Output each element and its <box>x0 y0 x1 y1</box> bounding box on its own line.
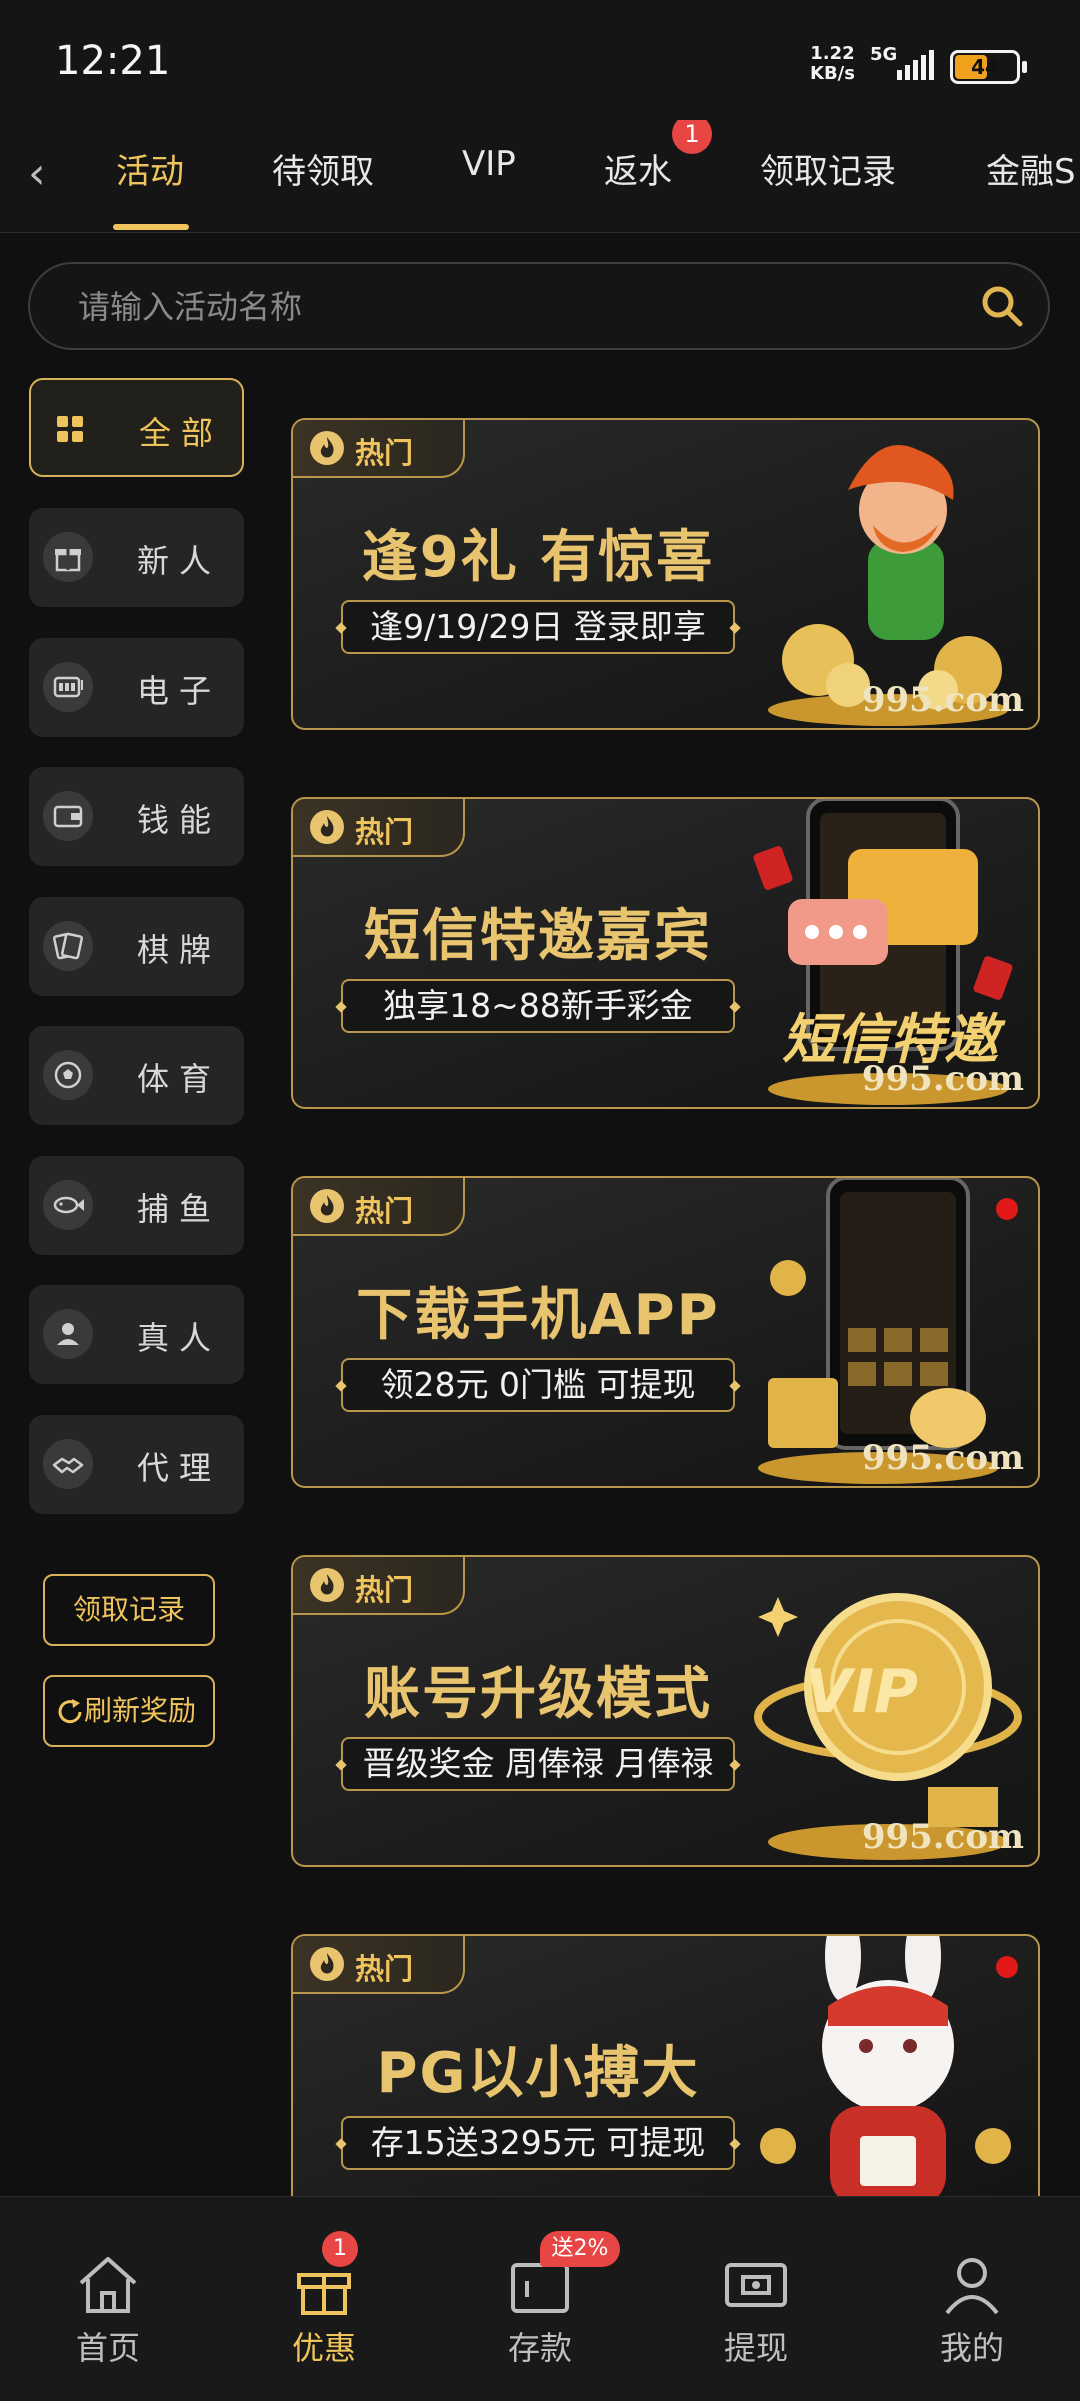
tab-finance[interactable]: 金融S <box>986 144 1076 193</box>
domain-label: 995.com <box>861 1817 1024 1857</box>
refresh-rewards-button[interactable]: 刷新奖励 <box>43 1675 215 1747</box>
network-speed: 1.22 KB/s <box>810 43 855 84</box>
promo-card[interactable]: 热门 账号升级模式 晋级奖金 周俸禄 月俸禄 VIP 995.com <box>291 1555 1040 1867</box>
promo-title: PG以小搏大 <box>376 2041 700 2106</box>
promo-card[interactable]: 热门 短信特邀嘉宾 独享18~88新手彩金 短信特邀 995.com <box>291 797 1040 1109</box>
sidebar-item-cards[interactable]: 棋牌 <box>29 897 244 996</box>
status-bar: 12:21 1.22 KB/s 5G 44 <box>0 0 1080 120</box>
vip-art-text: VIP <box>805 1657 918 1727</box>
promo-subtitle: 逢9/19/29日 登录即享 <box>341 600 735 654</box>
status-time: 12:21 <box>55 38 171 84</box>
nav-withdraw[interactable]: 提现 <box>686 2251 826 2369</box>
promo-card[interactable]: 热门 PG以小搏大 存15送3295元 可提现 <box>291 1934 1040 2196</box>
flame-icon <box>310 431 344 465</box>
promo-title: 逢9礼 有惊喜 <box>361 525 715 590</box>
hot-tag: 热门 <box>293 1936 465 1994</box>
notification-dot <box>996 1198 1018 1220</box>
sidebar-item-wallet[interactable]: 钱能 <box>29 767 244 866</box>
person-icon <box>43 1309 93 1359</box>
sidebar-item-newbie[interactable]: 新人 <box>29 508 244 607</box>
search-input[interactable] <box>76 264 980 350</box>
tab-rebate[interactable]: 返水 <box>604 144 672 193</box>
sidebar-item-sports[interactable]: 体育 <box>29 1026 244 1125</box>
sidebar-item-fishing[interactable]: 捕鱼 <box>29 1156 244 1255</box>
promo-subtitle: 晋级奖金 周俸禄 月俸禄 <box>341 1737 735 1791</box>
tab-claim-record[interactable]: 领取记录 <box>760 144 896 193</box>
tab-vip[interactable]: VIP <box>462 144 516 184</box>
grid-icon <box>57 416 83 442</box>
wallet-icon <box>43 791 93 841</box>
promo-card[interactable]: 热门 下载手机APP 领28元 0门槛 可提现 995.com <box>291 1176 1040 1488</box>
network-type: 5G <box>870 44 898 65</box>
battery-icon: 44 <box>950 50 1027 84</box>
promo-card[interactable]: 热门 逢9礼 有惊喜 逢9/19/29日 登录即享 995.com <box>291 418 1040 730</box>
domain-label: 995.com <box>861 1059 1024 1099</box>
soccer-ball-icon <box>43 1050 93 1100</box>
flame-icon <box>310 1947 344 1981</box>
nav-deposit[interactable]: 存款 送2% <box>470 2231 620 2369</box>
search-icon[interactable] <box>978 282 1026 330</box>
hot-tag: 热门 <box>293 1178 465 1236</box>
deposit-bonus-badge: 送2% <box>540 2231 620 2267</box>
rabbit-mascot-illustration <box>760 1936 1011 2196</box>
profile-icon <box>945 2258 999 2315</box>
nav-promotions[interactable]: 优惠 1 <box>254 2231 394 2369</box>
flame-icon <box>310 810 344 844</box>
promo-subtitle: 领28元 0门槛 可提现 <box>341 1358 735 1412</box>
bottom-navigation: 首页 优惠 1 存款 送2% 提现 我的 <box>0 2196 1080 2401</box>
tab-rebate-badge: 1 <box>672 120 712 154</box>
sidebar-item-live[interactable]: 真人 <box>29 1285 244 1384</box>
back-chevron-icon[interactable]: ‹ <box>28 148 46 199</box>
domain-label: 995.com <box>861 1438 1024 1478</box>
hot-tag: 热门 <box>293 420 465 478</box>
sidebar-item-electronic[interactable]: 电子 <box>29 638 244 737</box>
promo-title: 下载手机APP <box>356 1283 720 1348</box>
notification-dot <box>996 1956 1018 1978</box>
slot-machine-icon <box>43 662 93 712</box>
promo-subtitle: 存15送3295元 可提现 <box>341 2116 735 2170</box>
active-tab-indicator <box>113 224 189 230</box>
promo-title: 短信特邀嘉宾 <box>364 904 712 969</box>
nav-profile[interactable]: 我的 <box>902 2251 1042 2369</box>
tab-bar: ‹ 活动 待领取 VIP 返水 1 领取记录 金融S <box>0 120 1080 233</box>
flame-icon <box>310 1568 344 1602</box>
hot-tag: 热门 <box>293 1557 465 1615</box>
sidebar-item-all[interactable]: 全部 <box>29 378 244 477</box>
fish-icon <box>43 1180 93 1230</box>
search-bar <box>28 262 1050 350</box>
promo-subtitle: 独享18~88新手彩金 <box>341 979 735 1033</box>
refresh-icon <box>58 1699 82 1724</box>
claim-record-button[interactable]: 领取记录 <box>43 1574 215 1646</box>
tab-activities[interactable]: 活动 <box>116 144 184 193</box>
domain-label: 995.com <box>861 680 1024 720</box>
nav-home[interactable]: 首页 <box>38 2251 178 2369</box>
withdraw-icon <box>725 2263 787 2307</box>
hot-tag: 热门 <box>293 799 465 857</box>
home-icon <box>79 2257 137 2313</box>
tab-to-claim[interactable]: 待领取 <box>272 144 374 193</box>
handshake-icon <box>43 1439 93 1489</box>
cards-icon <box>43 921 93 971</box>
sidebar-item-agent[interactable]: 代理 <box>29 1415 244 1514</box>
promo-title: 账号升级模式 <box>364 1662 712 1727</box>
signal-icon <box>897 50 934 80</box>
gift-icon <box>43 532 93 582</box>
flame-icon <box>310 1189 344 1223</box>
promotions-badge: 1 <box>322 2231 358 2267</box>
